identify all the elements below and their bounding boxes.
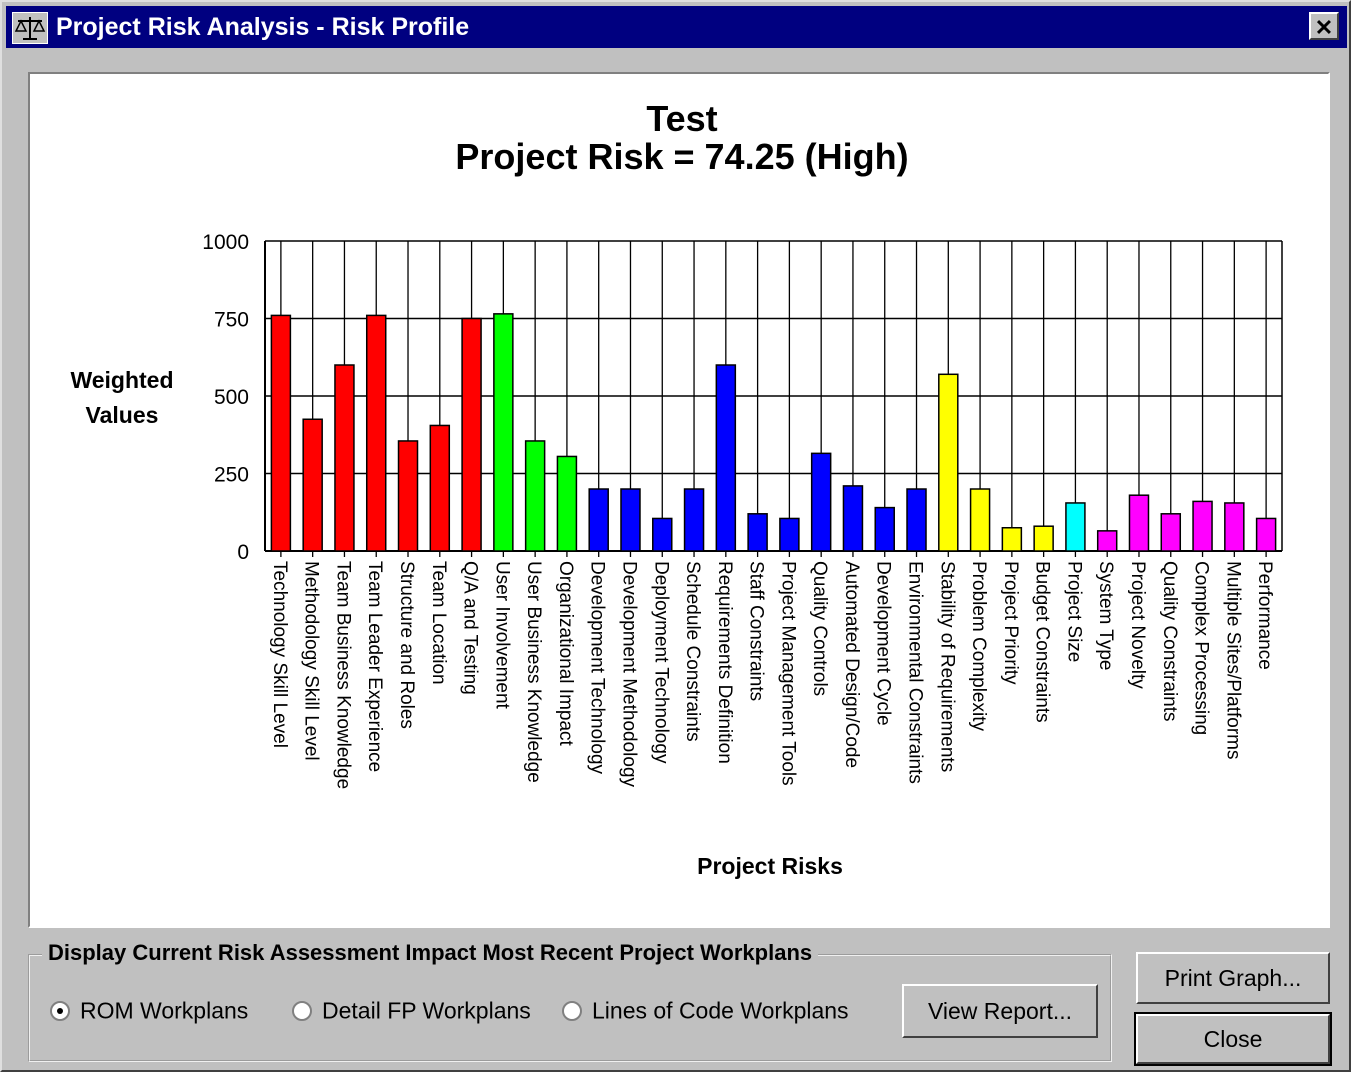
- y-axis-label-line1: Weighted: [70, 367, 173, 393]
- x-tick-label: Complex Processing: [1191, 561, 1212, 735]
- x-tick-label: Development Methodology: [618, 561, 639, 788]
- radio-lines-of-code-workplans[interactable]: Lines of Code Workplans: [562, 996, 849, 1026]
- bar: [493, 313, 514, 552]
- x-tick-label: Development Technology: [587, 561, 608, 775]
- x-tick-label: Staff Constraints: [746, 561, 767, 701]
- x-tick-label: Stability of Requirements: [936, 561, 957, 772]
- bar: [906, 488, 927, 552]
- close-button[interactable]: Close: [1134, 1012, 1332, 1066]
- bar: [1096, 530, 1118, 552]
- y-tick-label: 500: [214, 386, 249, 409]
- bar: [270, 314, 292, 552]
- y-tick-label: 250: [214, 464, 249, 487]
- bar: [1160, 513, 1182, 552]
- bar: [620, 488, 641, 552]
- graph-panel: Test Project Risk = 74.25 (High) Weighted V…: [28, 72, 1330, 928]
- bar: [969, 488, 991, 552]
- risk-bar-chart: TestProject Risk = 74.25 (High) Weighted V…: [70, 98, 1283, 879]
- bar: [715, 364, 737, 552]
- x-tick-label: Budget Constraints: [1032, 561, 1053, 723]
- x-tick-label: Environmental Constraints: [905, 561, 926, 784]
- chart-subtitle: Project Risk = 74.25 (High): [455, 136, 908, 177]
- x-tick-label: User Involvement: [491, 561, 512, 710]
- title-bar[interactable]: Project Risk Analysis - Risk Profile ✕: [6, 6, 1347, 48]
- bar: [302, 418, 323, 552]
- bar: [1001, 527, 1023, 552]
- bar: [588, 488, 609, 552]
- bar: [1255, 517, 1277, 552]
- bar: [1224, 502, 1245, 552]
- x-tick-label: Team Business Knowledge: [332, 561, 353, 789]
- x-tick-label: Problem Complexity: [968, 561, 989, 731]
- window-title: Project Risk Analysis - Risk Profile: [56, 13, 470, 41]
- bar: [365, 314, 387, 552]
- x-tick-label: Technology Skill Level: [269, 561, 290, 748]
- x-tick-label: Project Management Tools: [777, 561, 798, 786]
- x-tick-label: Methodology Skill Level: [301, 561, 322, 761]
- y-tick-label: 750: [214, 309, 249, 332]
- bar: [842, 485, 864, 552]
- radio-dot[interactable]: [50, 1000, 70, 1021]
- bar: [397, 440, 419, 552]
- x-tick-label: Project Priority: [1000, 561, 1021, 685]
- radio-rom-workplans[interactable]: ROM Workplans: [50, 996, 248, 1026]
- chart-title: Test: [646, 98, 717, 139]
- bar: [1065, 502, 1086, 552]
- x-tick-label: Project Size: [1063, 561, 1084, 662]
- bar: [874, 506, 895, 552]
- bar: [556, 455, 578, 552]
- y-tick-label: 0: [237, 541, 249, 564]
- bar: [461, 317, 482, 552]
- x-tick-label: User Business Knowledge: [523, 561, 544, 783]
- x-tick-label: Team Location: [428, 561, 449, 685]
- radio-detail-fp-workplans[interactable]: Detail FP Workplans: [292, 996, 531, 1026]
- radio-dot[interactable]: [562, 1000, 582, 1021]
- view-report-button[interactable]: View Report...: [902, 984, 1098, 1038]
- bar: [1192, 500, 1213, 552]
- x-tick-label: Deployment Technology: [650, 561, 671, 764]
- x-tick-label: Schedule Constraints: [682, 561, 703, 742]
- radio-label: Lines of Code Workplans: [592, 997, 849, 1024]
- x-tick-label: Project Novelty: [1127, 561, 1148, 689]
- x-tick-label: Development Cycle: [873, 561, 894, 726]
- bar: [429, 424, 451, 552]
- bar: [1033, 525, 1054, 552]
- x-axis-label: Project Risks: [697, 853, 843, 879]
- risk-profile-window: Project Risk Analysis - Risk Profile ✕ T…: [0, 0, 1351, 1072]
- x-tick-label: Multiple Sites/Platforms: [1222, 561, 1243, 760]
- x-tick-label: Organizational Impact: [555, 561, 576, 747]
- bar: [652, 517, 673, 552]
- x-tick-label: Quality Controls: [809, 561, 830, 696]
- display-options-group: Display Current Risk Assessment Impact M…: [28, 940, 1112, 1062]
- close-icon[interactable]: ✕: [1309, 12, 1339, 40]
- x-tick-label: Team Leader Experience: [364, 561, 385, 772]
- display-options-label: Display Current Risk Assessment Impact M…: [42, 940, 819, 966]
- radio-label: Detail FP Workplans: [322, 997, 531, 1024]
- bar: [334, 364, 355, 552]
- bar: [938, 373, 959, 552]
- x-tick-label: Structure and Roles: [396, 561, 417, 729]
- bar: [683, 488, 705, 552]
- x-tick-label: Requirements Definition: [714, 561, 735, 764]
- y-axis-label-line2: Values: [86, 402, 159, 428]
- radio-label: ROM Workplans: [80, 997, 249, 1024]
- radio-dot[interactable]: [292, 1000, 312, 1021]
- x-tick-label: System Type: [1095, 561, 1116, 670]
- bar: [779, 517, 800, 552]
- y-tick-label: 1000: [202, 231, 249, 254]
- x-tick-label: Q/A and Testing: [460, 561, 481, 695]
- bar: [524, 440, 546, 552]
- print-graph-button[interactable]: Print Graph...: [1136, 952, 1330, 1004]
- x-tick-label: Performance: [1254, 561, 1275, 670]
- bar: [810, 452, 832, 552]
- bar: [1128, 494, 1150, 552]
- x-tick-label: Automated Design/Code: [841, 561, 862, 768]
- bar: [747, 513, 768, 552]
- x-tick-label: Quality Constraints: [1159, 561, 1180, 722]
- scales-icon: [12, 12, 48, 44]
